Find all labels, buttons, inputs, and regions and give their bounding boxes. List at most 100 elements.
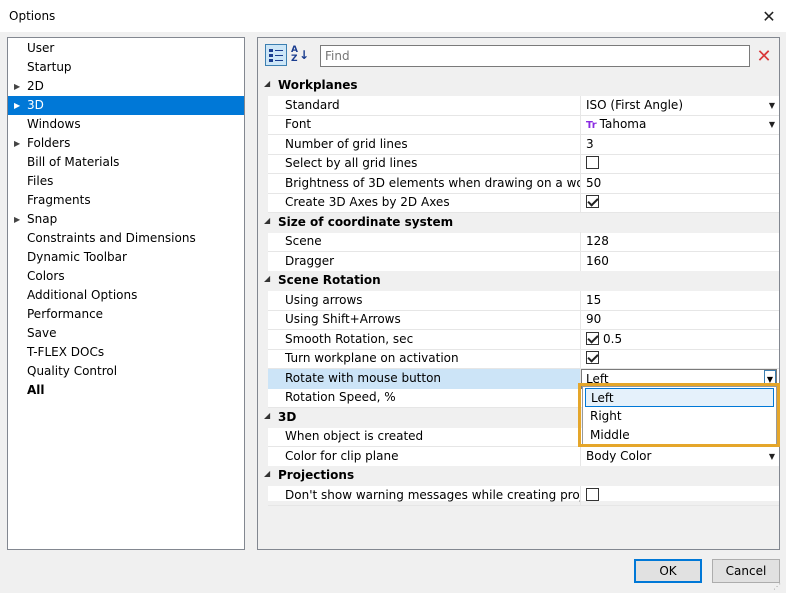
cancel-button[interactable]: Cancel [712,559,780,583]
property-row[interactable]: Brightness of 3D elements when drawing o… [258,173,779,194]
tree-item-quality-control[interactable]: Quality Control [8,362,244,381]
property-value[interactable]: 50 [581,174,779,194]
tree-item-performance[interactable]: Performance [8,305,244,324]
property-value-text: 3 [586,136,594,151]
property-row[interactable]: Turn workplane on activation [258,349,779,369]
tree-item-additional-options[interactable]: Additional Options [8,286,244,305]
dropdown-option-right[interactable]: Right [585,407,774,426]
property-value-text: 90 [586,312,602,326]
property-row[interactable]: Font Tr Tahoma ▼ [258,115,779,135]
tree-item-fragments[interactable]: Fragments [8,191,244,210]
property-value[interactable]: 15 [581,291,779,311]
category-row[interactable]: ◢ Workplanes [258,76,779,96]
property-row[interactable]: Select by all grid lines [258,154,779,174]
sort-az-icon: AZ [290,45,298,64]
property-row[interactable]: Standard ISO (First Angle) ▼ [258,95,779,116]
property-value[interactable]: 0.5 [581,330,779,350]
property-value[interactable]: Body Color ▼ [581,447,779,467]
tree-item-bill-of-materials[interactable]: Bill of Materials [8,153,244,172]
tree-item-folders[interactable]: ▶ Folders [8,134,244,153]
rotate-mouse-button-dropdown-list[interactable]: Left Right Middle [582,386,777,445]
tree-item-windows[interactable]: Windows [8,115,244,134]
property-row[interactable]: Number of grid lines 3 [258,134,779,155]
dropdown-arrow-icon[interactable]: ▼ [769,447,775,466]
dropdown-arrow-icon[interactable]: ▼ [769,115,775,134]
tree-item-snap[interactable]: ▶ Snap [8,210,244,229]
tree-item-3d[interactable]: ▶ 3D [8,96,244,115]
clear-find-icon[interactable]: ✕ [753,45,775,67]
row-gutter [258,232,268,252]
property-value[interactable]: 128 [581,232,779,252]
categorized-view-button[interactable] [265,44,287,66]
property-row[interactable]: Scene 128 [258,232,779,252]
property-value[interactable] [581,154,779,174]
property-row[interactable]: Don't show warning messages while creati… [258,485,779,506]
tree-item-label: Startup [27,60,72,74]
tree-item-t-flex-docs[interactable]: T-FLEX DOCs [8,343,244,362]
property-value[interactable] [581,349,779,369]
dropdown-option-left[interactable]: Left [585,388,774,407]
resize-grip-icon[interactable]: ⋰ [773,582,781,591]
tree-item-2d[interactable]: ▶ 2D [8,77,244,96]
expand-arrow-icon[interactable]: ▶ [14,77,20,96]
category-row[interactable]: ◢ Size of coordinate system [258,212,779,233]
dropdown-option-middle[interactable]: Middle [585,426,774,445]
collapse-arrow-icon[interactable]: ◢ [264,469,270,478]
dropdown-button-icon[interactable]: ▼ [764,369,776,388]
property-name: When object is created [268,427,581,447]
find-field[interactable] [320,45,750,67]
property-row[interactable]: Smooth Rotation, sec 0.5 [258,329,779,350]
row-gutter [258,329,268,350]
category-row[interactable]: ◢ Scene Rotation [258,271,779,291]
tree-item-user[interactable]: User [8,39,244,58]
property-value[interactable]: 160 [581,252,779,272]
property-row[interactable]: Color for clip plane Body Color ▼ [258,446,779,467]
property-row[interactable]: Dragger 160 [258,251,779,272]
checkbox[interactable] [586,195,599,208]
tree-item-label: 3D [27,98,44,112]
property-edit-value[interactable]: Left [586,372,609,386]
checkbox[interactable] [586,487,599,501]
property-value[interactable] [581,193,779,213]
dropdown-arrow-icon[interactable]: ▼ [769,96,775,115]
tree-item-save[interactable]: Save [8,324,244,343]
find-input[interactable] [321,46,749,66]
expand-arrow-icon[interactable]: ▶ [14,96,20,115]
expand-arrow-icon[interactable]: ▶ [14,134,20,153]
property-value[interactable]: 90 [581,310,779,330]
property-name: Brightness of 3D elements when drawing o… [268,173,581,194]
collapse-arrow-icon[interactable]: ◢ [264,411,270,420]
category-row[interactable]: ◢ Projections [258,466,779,486]
property-value[interactable]: ISO (First Angle) ▼ [581,96,779,116]
checkbox[interactable] [586,331,599,345]
tree-item-dynamic-toolbar[interactable]: Dynamic Toolbar [8,248,244,267]
tree-item-colors[interactable]: Colors [8,267,244,286]
property-row[interactable]: Using arrows 15 [258,290,779,311]
property-name: Turn workplane on activation [268,349,581,369]
property-value[interactable] [581,486,779,506]
tree-item-files[interactable]: Files [8,172,244,191]
property-row[interactable]: Using Shift+Arrows 90 [258,310,779,330]
alphabetical-sort-button[interactable]: A Z ↓ [289,44,311,66]
tree-item-startup[interactable]: Startup [8,58,244,77]
close-icon[interactable]: ✕ [755,3,783,29]
property-value[interactable]: Tr Tahoma ▼ [581,115,779,135]
checkbox[interactable] [586,351,599,364]
tree-item-label: Files [27,174,54,188]
category-label: Scene Rotation [278,273,381,287]
category-label: Projections [278,468,355,482]
expand-arrow-icon[interactable]: ▶ [14,210,20,229]
tree-item-constraints-and-dimensions[interactable]: Constraints and Dimensions [8,229,244,248]
category-label: Size of coordinate system [278,214,454,229]
checkbox[interactable] [586,156,599,169]
options-tree[interactable]: User Startup ▶ 2D ▶ 3D Windows ▶ Folders Bill of … [7,37,245,550]
property-row[interactable]: Create 3D Axes by 2D Axes [258,193,779,213]
collapse-arrow-icon[interactable]: ◢ [264,274,270,283]
ok-button[interactable]: OK [634,559,702,583]
property-value[interactable]: 3 [581,135,779,155]
property-name: Using Shift+Arrows [268,310,581,330]
tree-item-label: Folders [27,136,71,150]
tree-item-all[interactable]: All [8,381,244,400]
collapse-arrow-icon[interactable]: ◢ [264,79,270,88]
collapse-arrow-icon[interactable]: ◢ [264,216,270,225]
